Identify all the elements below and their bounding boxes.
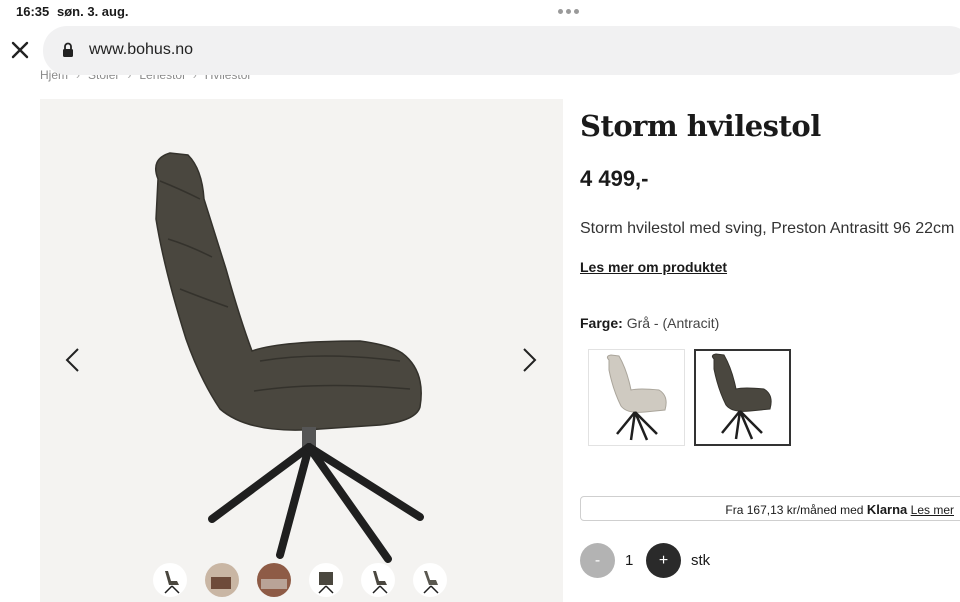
quantity-decrease-button[interactable]: - (580, 543, 615, 578)
color-swatch-dark-selected[interactable] (694, 349, 791, 446)
read-more-link[interactable]: Les mer om produktet (580, 259, 727, 275)
thumbnail[interactable] (361, 563, 395, 597)
close-icon[interactable] (10, 40, 30, 60)
previous-image-arrow-icon[interactable] (62, 346, 84, 374)
lock-icon (62, 42, 74, 58)
quantity-unit: stk (691, 552, 711, 569)
status-bar: 16:35 søn. 3. aug. (0, 0, 960, 22)
more-dots-icon[interactable] (558, 9, 579, 14)
quantity-value[interactable]: 1 (625, 552, 633, 569)
thumbnail[interactable] (257, 563, 291, 597)
thumbnail[interactable] (153, 563, 187, 597)
thumbnail[interactable] (413, 563, 447, 597)
product-description: Storm hvilestol med sving, Preston Antra… (580, 220, 955, 237)
thumbnail-strip (153, 563, 447, 597)
status-time: 16:35 (16, 4, 50, 19)
next-image-arrow-icon[interactable] (518, 346, 540, 374)
color-label: Farge: (580, 315, 623, 331)
financing-text: Fra 167,13 kr/måned med (725, 503, 864, 517)
color-selection-label: Farge: Grå - (Antracit) (580, 315, 719, 331)
product-price: 4 499,- (580, 166, 649, 191)
status-date: søn. 3. aug. (57, 4, 129, 19)
klarna-logo: Klarna (866, 502, 908, 517)
product-gallery (40, 99, 563, 602)
thumbnail[interactable] (205, 563, 239, 597)
thumbnail[interactable] (309, 563, 343, 597)
product-image (155, 152, 424, 563)
url-text[interactable]: www.bohus.no (89, 41, 193, 59)
color-value: Grå - (Antracit) (626, 315, 720, 331)
color-swatch-light[interactable] (588, 349, 685, 446)
financing-read-more-link[interactable]: Les mer (911, 503, 954, 517)
address-bar[interactable]: www.bohus.no (43, 26, 960, 75)
quantity-increase-button[interactable]: + (646, 543, 681, 578)
product-title: Storm hvilestol (580, 109, 821, 143)
financing-banner: Fra 167,13 kr/måned med Klarna Les mer (580, 496, 960, 521)
